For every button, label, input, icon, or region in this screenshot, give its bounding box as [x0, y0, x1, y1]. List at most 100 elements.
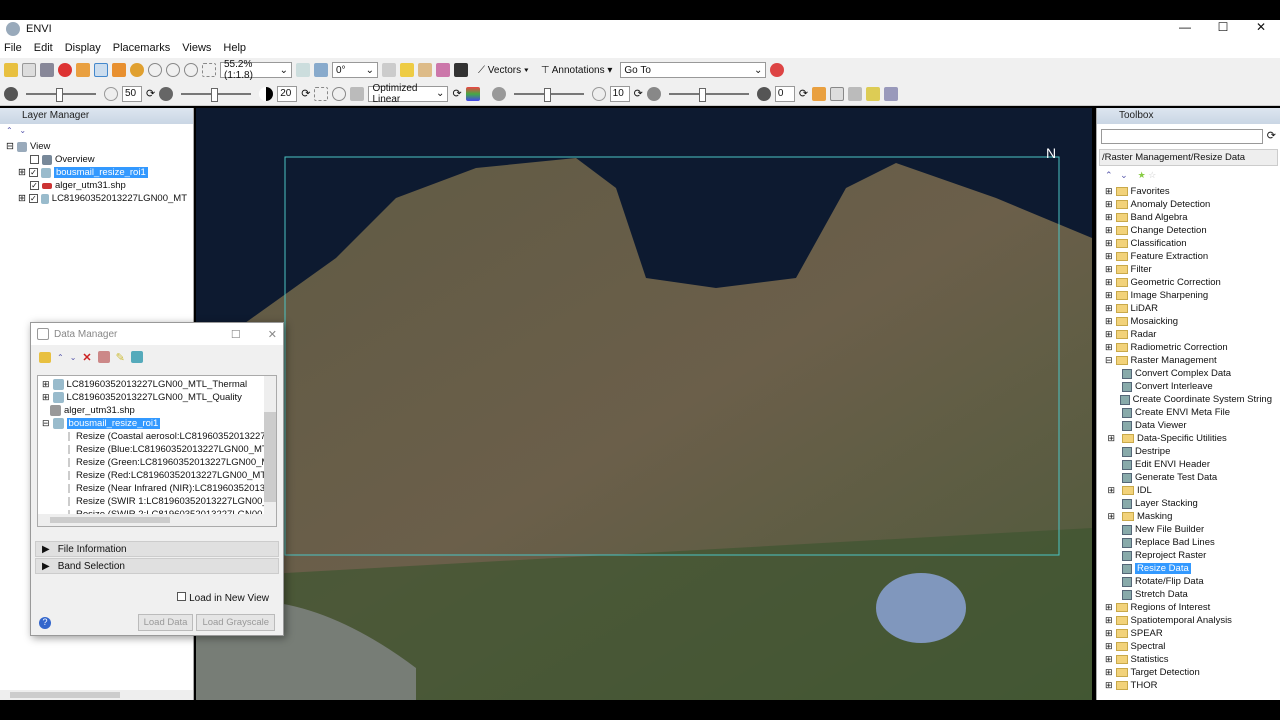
collapse-icon[interactable]: ⌃ [1105, 170, 1113, 180]
portal-icon[interactable] [812, 86, 827, 101]
reset-brightness-icon[interactable]: ⟳ [146, 87, 155, 100]
reset-transparency-icon[interactable]: ⟳ [799, 87, 808, 100]
toolbox-folder[interactable]: ⊞ Feature Extraction [1105, 250, 1272, 263]
crosshair-icon[interactable] [382, 63, 396, 77]
stretch-view-icon[interactable] [314, 86, 329, 101]
goto-field[interactable]: Go To ⌄ [620, 62, 767, 78]
layer-item[interactable]: Overview [6, 153, 187, 166]
band-selection-section[interactable]: ▶ Band Selection [35, 558, 279, 574]
view-swipe-icon[interactable] [866, 86, 881, 101]
zoom-icon[interactable] [148, 63, 162, 77]
load-grayscale-button[interactable]: Load Grayscale [196, 614, 275, 631]
roi-icon[interactable] [436, 63, 450, 77]
layer-item[interactable]: ⊞ ✓ bousmail_resize_roi1 [6, 166, 187, 179]
menu-placemarks[interactable]: Placemarks [113, 42, 170, 54]
sharpen-input[interactable]: 10 [609, 85, 630, 102]
dm-band-item[interactable]: Resize (Green:LC81960352013227LGN00_M [42, 456, 264, 469]
dm-band-item[interactable]: Resize (Blue:LC81960352013227LGN00_MTL [42, 443, 264, 456]
view-flicker-icon[interactable] [848, 86, 863, 101]
minimize-button[interactable]: — [1166, 20, 1204, 34]
stretch-select[interactable]: Optimized Linear ⌄ [368, 83, 449, 105]
toolbox-tool[interactable]: ⊞ IDL [1105, 484, 1272, 497]
view-blend-icon[interactable] [830, 86, 845, 101]
add-favorite-icon[interactable]: ★ [1138, 170, 1146, 180]
contrast-slider[interactable] [181, 87, 252, 102]
layer-nav-buttons[interactable]: ⌃ ⌄ [0, 124, 193, 138]
toolbox-tool[interactable]: Data Viewer [1105, 419, 1272, 432]
toolbox-tool[interactable]: Generate Test Data [1105, 471, 1272, 484]
toolbox-folder[interactable]: ⊞ Image Sharpening [1105, 289, 1272, 302]
toolbox-tool[interactable]: Convert Complex Data [1105, 367, 1272, 380]
toolbox-folder[interactable]: ⊞ THOR [1105, 679, 1272, 692]
spectral-profile-icon[interactable] [400, 63, 414, 77]
help-icon[interactable] [770, 63, 785, 77]
pan-icon[interactable] [94, 63, 108, 77]
transparency-slider[interactable] [668, 87, 749, 102]
image-view[interactable]: N [196, 108, 1092, 700]
dm-close-button[interactable]: ✕ [268, 328, 277, 341]
layer-horizontal-scrollbar[interactable] [0, 690, 193, 700]
rotate-view-icon[interactable] [314, 63, 328, 77]
toolbox-tool[interactable]: Create ENVI Meta File [1105, 406, 1272, 419]
toolbox-folder[interactable]: ⊞ Classification [1105, 237, 1272, 250]
toolbox-tool[interactable]: Edit ENVI Header [1105, 458, 1272, 471]
toolbox-folder[interactable]: ⊞ Regions of Interest [1105, 601, 1272, 614]
toolbox-folder[interactable]: ⊞ Spectral [1105, 640, 1272, 653]
brightness-input[interactable]: 50 [122, 85, 142, 102]
zoom-out-icon[interactable] [184, 63, 198, 77]
toolbox-folder[interactable]: ⊞ Mosaicking [1105, 315, 1272, 328]
toolbox-folder[interactable]: ⊞ Target Detection [1105, 666, 1272, 679]
data-manager-icon[interactable] [22, 63, 36, 77]
toolbox-tool[interactable]: Stretch Data [1105, 588, 1272, 601]
dm-file-item[interactable]: ⊞ LC81960352013227LGN00_MTL_Thermal [42, 378, 260, 391]
zoom-in-icon[interactable] [166, 63, 180, 77]
menu-file[interactable]: File [4, 42, 22, 54]
rotation-select[interactable]: 0° ⌄ [332, 62, 378, 78]
pin-icon[interactable]: ✎ [116, 351, 125, 364]
load-data-button[interactable]: Load Data [137, 614, 194, 631]
collapse-all-icon[interactable]: ⌃ [57, 353, 64, 362]
layer-item[interactable]: ⊞ ✓ LC81960352013227LGN00_MT [6, 192, 187, 205]
fly-icon[interactable] [112, 63, 126, 77]
toolbox-folder[interactable]: ⊟ Raster Management [1105, 354, 1272, 367]
toolbox-folder[interactable]: ⊞ Band Algebra [1105, 211, 1272, 224]
toolbox-tool[interactable]: Reproject Raster [1105, 549, 1272, 562]
brightness-slider[interactable] [26, 87, 96, 102]
toolbox-folder[interactable]: ⊞ Statistics [1105, 653, 1272, 666]
dm-band-item[interactable]: Resize (Coastal aerosol:LC81960352013227… [42, 430, 264, 443]
toolbox-folder[interactable]: ⊞ Spatiotemporal Analysis [1105, 614, 1272, 627]
transparency-input[interactable]: 0 [774, 85, 795, 102]
sharpen-slider[interactable] [513, 87, 584, 102]
stretch-full-icon[interactable] [332, 86, 347, 101]
select-icon[interactable] [76, 63, 90, 77]
cursor-value-icon[interactable] [454, 63, 468, 77]
satellite-image[interactable]: N [196, 108, 1092, 700]
file-information-section[interactable]: ▶ File Information [35, 541, 279, 557]
close-button[interactable]: ✕ [1242, 20, 1280, 34]
reset-sharpen-icon[interactable]: ⟳ [634, 87, 643, 100]
toolbox-tool[interactable]: Replace Bad Lines [1105, 536, 1272, 549]
load-new-view-checkbox[interactable]: Load in New View [31, 592, 269, 604]
layer-item[interactable]: ✓ alger_utm31.shp [6, 179, 187, 192]
refresh-icon[interactable]: ⟳ [1267, 129, 1276, 144]
help-icon[interactable]: ? [39, 616, 51, 629]
reset-stretch-icon[interactable]: ⟳ [452, 87, 461, 100]
open-file-icon[interactable] [39, 351, 51, 363]
contrast-input[interactable]: 20 [277, 85, 298, 102]
toolbox-tool[interactable]: Create Coordinate System String [1105, 393, 1272, 406]
chip-icon[interactable] [40, 63, 54, 77]
link-icon[interactable] [130, 351, 143, 363]
zoom-extent-icon[interactable] [202, 63, 216, 77]
toolbox-tool[interactable]: Layer Stacking [1105, 497, 1272, 510]
profile-icon[interactable] [418, 63, 432, 77]
toolbox-folder[interactable]: ⊞ LiDAR [1105, 302, 1272, 315]
histogram-icon[interactable] [465, 86, 480, 101]
toolbox-search-input[interactable] [1101, 129, 1263, 144]
dm-file-item[interactable]: ⊟ bousmail_resize_roi1 [42, 417, 260, 430]
toolbox-tool[interactable]: Rotate/Flip Data [1105, 575, 1272, 588]
dm-band-item[interactable]: Resize (SWIR 1:LC81960352013227LGN00_ [42, 495, 264, 508]
data-manager-titlebar[interactable]: Data Manager ☐ ✕ [31, 323, 283, 345]
dm-vertical-scrollbar[interactable] [264, 376, 276, 516]
menu-display[interactable]: Display [65, 42, 101, 54]
dm-file-item[interactable]: ⊞ LC81960352013227LGN00_MTL_Quality [42, 391, 260, 404]
